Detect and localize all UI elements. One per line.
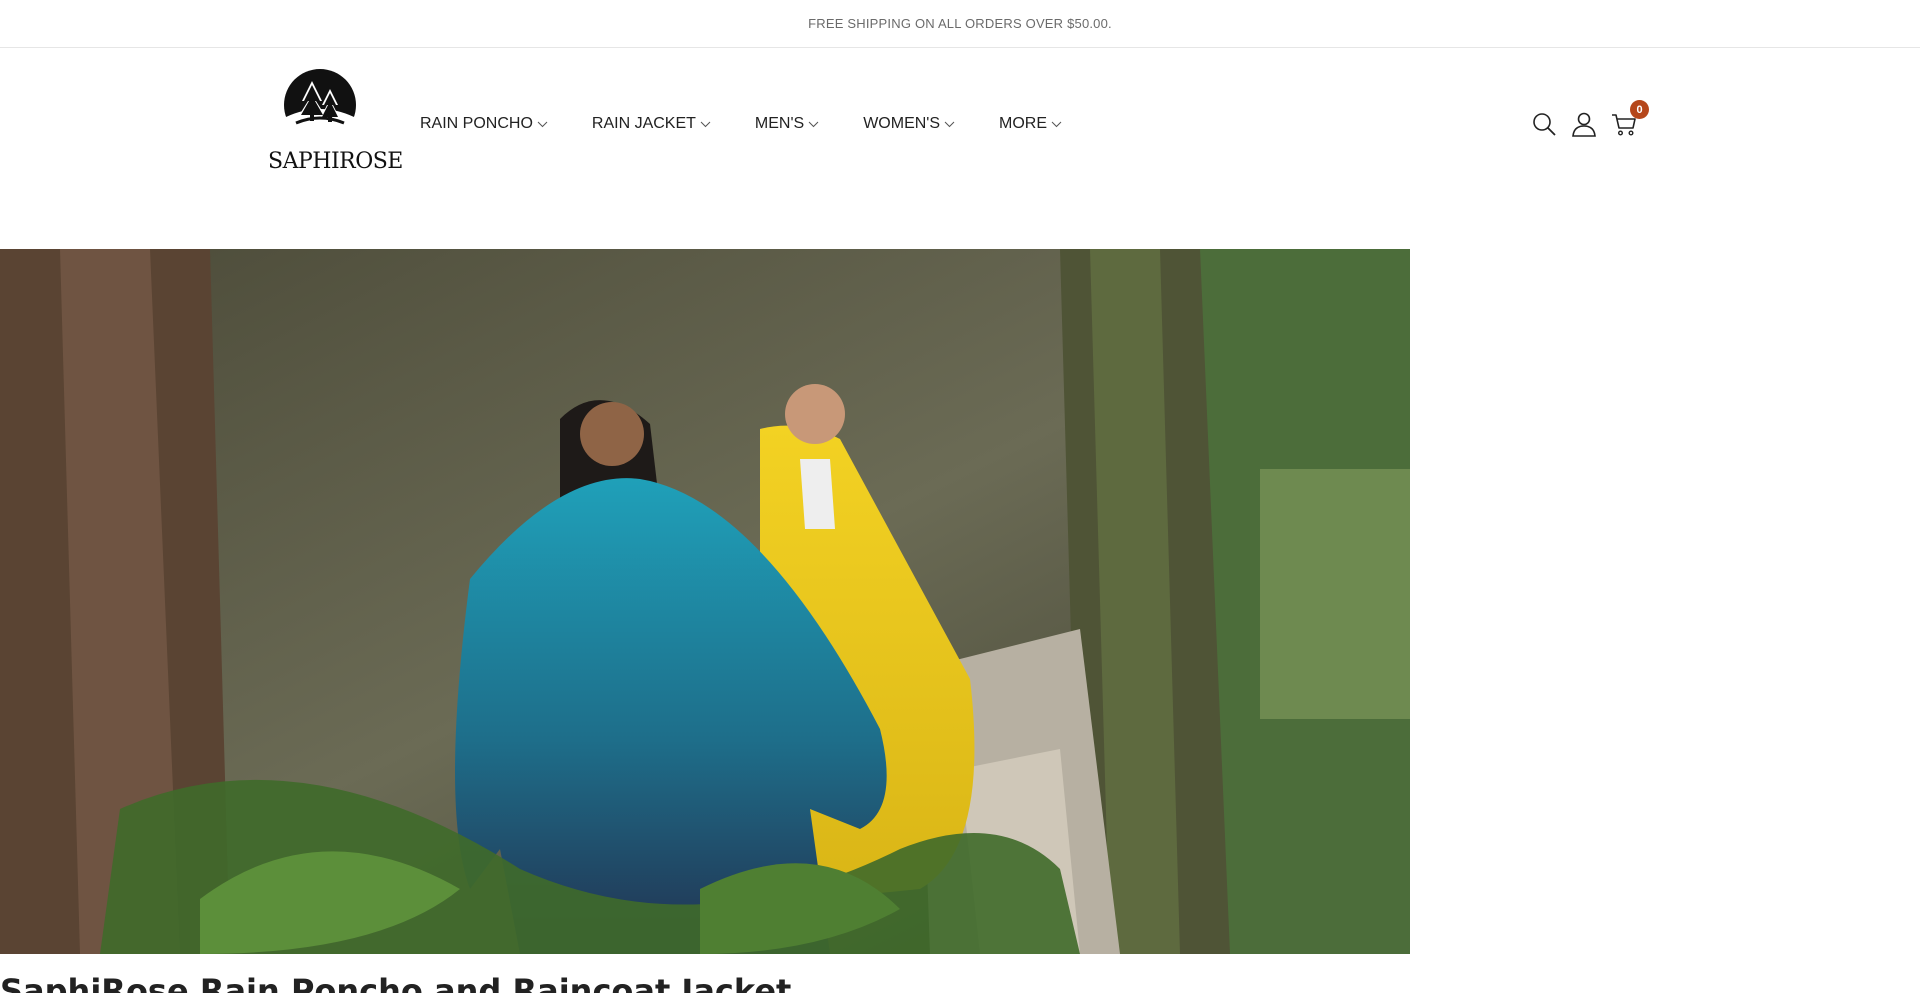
hero-banner	[0, 249, 1410, 954]
nav-item-label: RAIN JACKET	[591, 115, 696, 132]
nav-item-womens[interactable]: WOMEN'S	[863, 115, 955, 133]
search-button[interactable]	[1530, 110, 1558, 138]
site-header: SAPHIROSE RAIN PONCHO RAIN JACKET MEN'S …	[0, 49, 1920, 249]
announcement-text: FREE SHIPPING ON ALL ORDERS OVER $50.00.	[808, 16, 1112, 31]
nav-item-label: WOMEN'S	[863, 115, 941, 132]
nav-item-label: MEN'S	[754, 115, 805, 132]
search-icon	[1533, 113, 1556, 136]
chevron-down-icon	[1051, 121, 1062, 127]
user-icon	[1572, 112, 1596, 137]
nav-item-label: RAIN PONCHO	[420, 115, 533, 132]
brand-wordmark: SAPHIROSE	[268, 149, 403, 174]
main-nav: RAIN PONCHO RAIN JACKET MEN'S WOMEN'S MO…	[420, 112, 1106, 136]
chevron-down-icon	[700, 121, 711, 127]
account-button[interactable]	[1570, 110, 1598, 138]
announcement-bar: FREE SHIPPING ON ALL ORDERS OVER $50.00.	[0, 0, 1920, 48]
brand-logo[interactable]: SAPHIROSE	[268, 67, 403, 179]
chevron-down-icon	[808, 121, 819, 127]
nav-item-rain-jacket[interactable]: RAIN JACKET	[592, 115, 711, 133]
header-icons: 0	[1530, 100, 1650, 139]
chevron-down-icon	[537, 121, 548, 127]
nav-item-mens[interactable]: MEN'S	[755, 115, 819, 133]
nav-item-label: MORE	[999, 115, 1048, 132]
cart-button[interactable]: 0	[1610, 100, 1649, 138]
nav-item-more[interactable]: MORE	[999, 115, 1062, 133]
nav-item-rain-poncho[interactable]: RAIN PONCHO	[420, 115, 548, 133]
logo-emblem-icon	[284, 69, 356, 147]
hero-image	[0, 249, 1410, 954]
cart-count-badge: 0	[1630, 100, 1649, 119]
chevron-down-icon	[944, 121, 955, 127]
product-title: SaphiRose Rain Poncho and Raincoat Jacke…	[0, 972, 792, 993]
